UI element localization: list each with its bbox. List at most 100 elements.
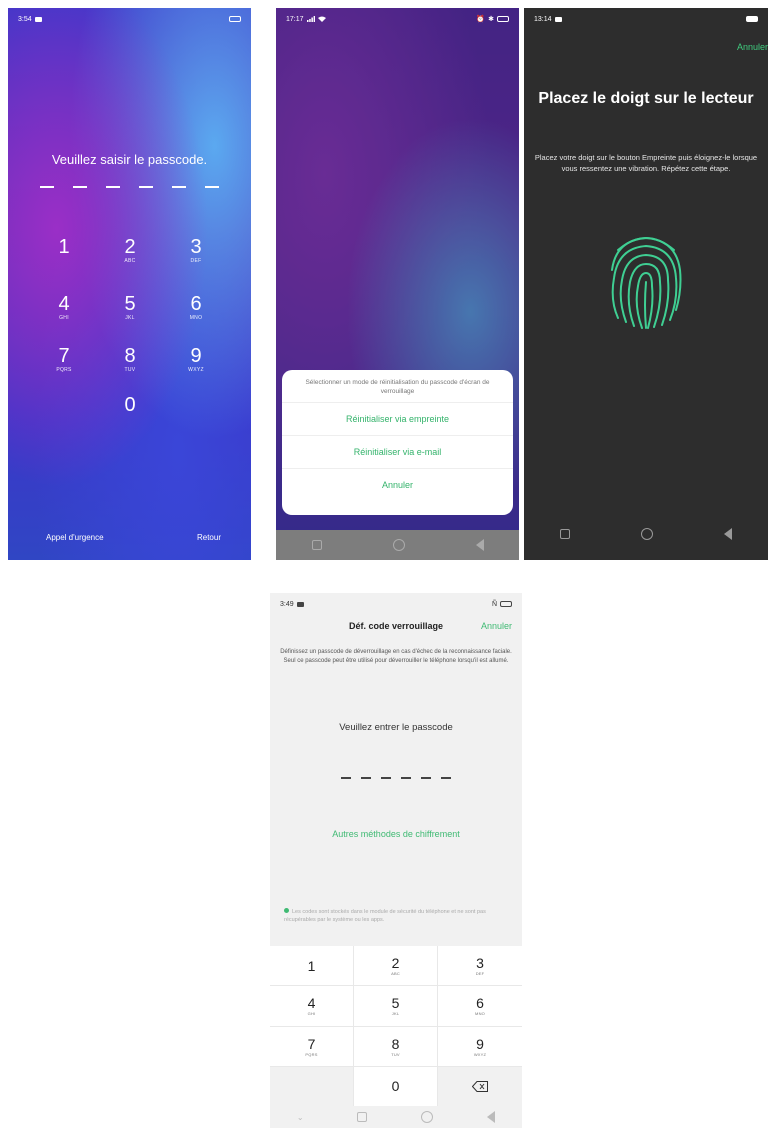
backspace-button[interactable] [438, 1066, 522, 1107]
key-letters: GHI [59, 315, 69, 321]
key-digit: 6 [476, 995, 484, 1012]
key-letters: JKL [125, 315, 135, 321]
home-icon[interactable] [640, 528, 653, 540]
reset-via-fingerprint-option[interactable]: Réinitialiser via empreinte [282, 403, 513, 436]
key-7[interactable]: 7 PQRS [34, 345, 94, 373]
key-0[interactable]: 0 [354, 1066, 438, 1107]
cancel-button[interactable]: Annuler [481, 621, 512, 631]
passcode-slot [73, 186, 87, 188]
key-3[interactable]: 3 DEF [166, 236, 226, 264]
cancel-button[interactable]: Annuler [282, 469, 513, 501]
recent-apps-icon[interactable] [559, 529, 570, 539]
key-9[interactable]: 9 WXYZ [166, 345, 226, 373]
passcode-slot [40, 186, 54, 188]
key-letters: ABC [124, 258, 136, 264]
bluetooth-icon: ✱ [488, 16, 494, 23]
battery-icon [746, 16, 758, 22]
key-digit: 5 [124, 293, 136, 315]
status-time: 3:49 [280, 600, 294, 608]
header: Déf. code verrouillage Annuler [270, 621, 522, 637]
key-6[interactable]: 6 MNO [166, 293, 226, 321]
recent-apps-icon[interactable] [311, 540, 322, 550]
key-digit: 7 [58, 345, 70, 367]
chevron-down-icon[interactable]: ⌄ [297, 1113, 304, 1122]
status-time: 17:17 [286, 15, 304, 23]
passcode-prompt: Veuillez saisir le passcode. [51, 152, 208, 167]
passcode-slot [441, 777, 451, 779]
key-8[interactable]: 8 TUV [100, 345, 160, 373]
key-1[interactable]: 1 [34, 236, 94, 258]
key-letters: DEF [190, 258, 202, 264]
key-digit: 9 [476, 1035, 484, 1052]
status-bar: 13:14 [524, 8, 768, 30]
key-letters: TUV [124, 367, 136, 373]
key-digit: 0 [124, 394, 136, 416]
key-digit: 8 [124, 345, 136, 367]
lockscreen-phone: 3:54 Veuillez saisir le passcode. 1 2 ABC… [8, 8, 251, 560]
battery-icon [229, 16, 241, 22]
key-digit: 6 [190, 293, 202, 315]
back-icon[interactable] [487, 1111, 496, 1123]
key-9[interactable]: 9 WXYZ [438, 1027, 522, 1067]
key-digit: 4 [58, 293, 70, 315]
reset-mode-phone: 17:17 ⏰ ✱ Sélectionner un mode de réinit… [276, 8, 519, 560]
key-letters: JKL [391, 1011, 400, 1017]
key-digit: 3 [190, 236, 202, 258]
key-0[interactable]: 0 [100, 394, 160, 416]
nfc-icon: Ñ [491, 600, 497, 608]
key-letters: TUV [391, 1051, 400, 1057]
key-letters: GHI [307, 1011, 316, 1017]
image-icon [554, 16, 562, 22]
status-bar: 17:17 ⏰ ✱ [276, 8, 519, 30]
passcode-slot [106, 186, 120, 188]
key-letters: WXYZ [188, 367, 204, 373]
key-6[interactable]: 6 MNO [438, 986, 522, 1027]
battery-icon [500, 601, 512, 607]
reset-via-email-option[interactable]: Réinitialiser via e-mail [282, 436, 513, 469]
back-icon[interactable] [724, 528, 733, 540]
key-5[interactable]: 5 JKL [100, 293, 160, 321]
key-letters: ABC [391, 971, 400, 977]
passcode-slot [205, 186, 219, 188]
key-digit: 0 [391, 1078, 400, 1095]
key-letters: MNO [189, 315, 203, 321]
passcode-slot [172, 186, 186, 188]
home-icon[interactable] [392, 539, 405, 551]
recent-apps-icon[interactable] [357, 1112, 368, 1122]
security-note: Les codes sont stockés dans le module de… [284, 908, 508, 924]
image-icon [34, 16, 42, 22]
reset-options-sheet: Sélectionner un mode de réinitialisation… [282, 370, 513, 515]
status-time: 13:14 [534, 15, 552, 23]
key-2[interactable]: 2 ABC [100, 236, 160, 264]
set-lock-code-phone: 3:49 Ñ Déf. code verrouillage Annuler Dé… [270, 593, 522, 1128]
description-text: Définissez un passcode de déverrouillage… [280, 649, 512, 664]
key-5[interactable]: 5 JKL [354, 986, 438, 1027]
security-note-text: Les codes sont stockés dans le module de… [284, 909, 486, 923]
key-2[interactable]: 2 ABC [354, 946, 438, 987]
battery-icon [497, 16, 509, 22]
key-digit: 3 [476, 955, 484, 972]
wifi-icon [317, 16, 326, 22]
key-4[interactable]: 4 GHI [34, 293, 94, 321]
numeric-keypad: 1 2 ABC 3 DEF 4 GHI 5 JKL 6 MNO 7 PQRS 8 TUV 9W… [270, 946, 522, 1107]
cancel-button[interactable]: Annuler [737, 42, 768, 52]
alarm-icon: ⏰ [476, 16, 486, 23]
other-encryption-methods-link[interactable]: Autres méthodes de chiffrement [270, 829, 522, 839]
fingerprint-phone: 13:14 Annuler Placez le doigt sur le lec… [524, 8, 768, 560]
image-icon [296, 601, 304, 607]
emergency-call-button[interactable]: Appel d'urgence [46, 533, 104, 542]
passcode-slot [401, 777, 411, 779]
key-4[interactable]: 4 GHI [270, 986, 354, 1027]
back-icon[interactable] [475, 539, 484, 551]
passcode-slot [361, 777, 371, 779]
home-icon[interactable] [421, 1111, 434, 1123]
navigation-bar: ⌄ [270, 1106, 522, 1128]
key-letters: WXYZ [473, 1051, 487, 1057]
key-7[interactable]: 7 PQRS [270, 1026, 354, 1067]
key-1[interactable]: 1 [270, 946, 354, 987]
key-8[interactable]: 8 TUV [354, 1026, 438, 1067]
back-button[interactable]: Retour [197, 533, 221, 542]
passcode-slot [381, 777, 391, 779]
key-3[interactable]: 3 DEF [438, 946, 522, 987]
passcode-slot [421, 777, 431, 779]
